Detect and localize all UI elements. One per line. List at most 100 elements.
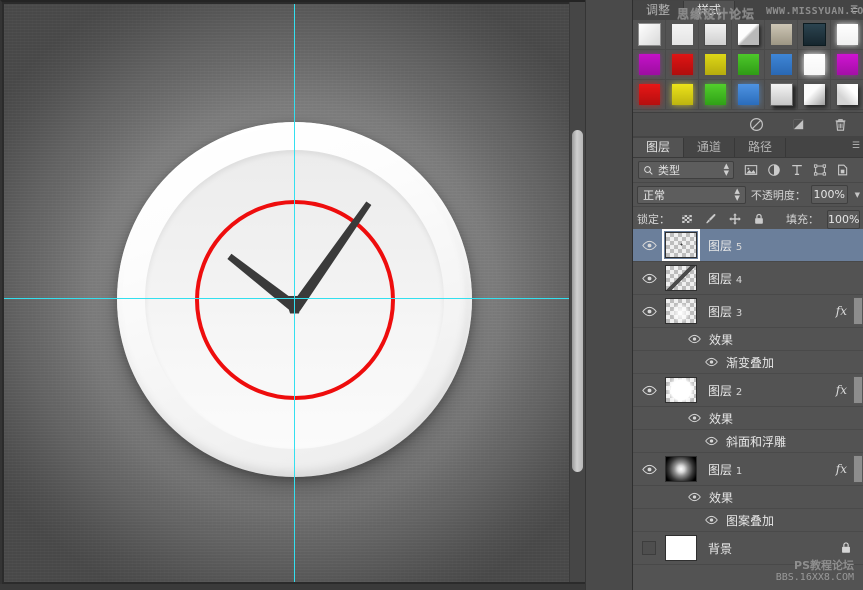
layer-thumbnail[interactable]	[665, 377, 697, 403]
layer-effects-expand-handle[interactable]	[853, 297, 863, 325]
layers-list[interactable]: 图层 5 图层 4 图层 3 fx 效果 渐变叠加 图层 2 fx 效果 斜面和浮雕 图层 1 fx 效…	[633, 229, 863, 566]
green-glow-style[interactable]	[704, 84, 726, 105]
layer-name[interactable]: 图层 4	[708, 270, 863, 287]
style-swatch-cell[interactable]	[666, 50, 699, 80]
green-button-style[interactable]	[737, 54, 759, 75]
layer-effects-expand-handle[interactable]	[853, 455, 863, 483]
style-swatch-cell[interactable]	[699, 50, 732, 80]
lock-position-icon[interactable]	[728, 212, 742, 226]
layer-name[interactable]: 图层 1	[708, 461, 836, 478]
fill-input[interactable]: 100%	[827, 209, 861, 229]
style-swatch-cell[interactable]	[765, 50, 798, 80]
layer-visibility-off-box[interactable]	[642, 541, 656, 555]
style-swatch-cell[interactable]	[732, 20, 765, 50]
style-swatch-cell[interactable]	[732, 80, 765, 110]
eye-icon[interactable]	[641, 240, 657, 251]
layer-row[interactable]: 图层 3 fx	[633, 295, 863, 328]
canvas-scrollbar-thumb[interactable]	[572, 130, 583, 472]
eye-icon[interactable]	[688, 334, 701, 344]
curled-page-style[interactable]	[803, 84, 825, 105]
layer-visibility-toggle[interactable]	[633, 273, 665, 284]
document-window[interactable]	[0, 0, 585, 584]
magenta-glow-style[interactable]	[836, 54, 858, 75]
layer-thumbnail[interactable]	[665, 298, 697, 324]
chevron-updown-icon[interactable]: ▲ ▼	[724, 163, 729, 177]
tab-layers[interactable]: 图层	[633, 138, 685, 157]
white-glow-style[interactable]	[836, 24, 858, 45]
filter-smart-object-icon[interactable]	[836, 163, 850, 177]
layer-row[interactable]: 背景	[633, 532, 863, 565]
layer-fx-badge[interactable]: fx	[836, 304, 847, 318]
style-swatch-cell[interactable]	[798, 80, 831, 110]
eye-icon[interactable]	[688, 413, 701, 423]
no-style-icon[interactable]	[749, 117, 764, 132]
blue-glow-style[interactable]	[737, 84, 759, 105]
style-swatch-cell[interactable]	[831, 20, 863, 50]
beige-gradient-style[interactable]	[770, 24, 792, 45]
style-swatch-cell[interactable]	[831, 50, 863, 80]
paper-fold-style[interactable]	[836, 84, 858, 105]
layer-thumbnail[interactable]	[665, 456, 697, 482]
opacity-input[interactable]: 100%	[810, 185, 848, 204]
layer-fx-badge[interactable]: fx	[836, 383, 847, 397]
layer-visibility-toggle[interactable]	[633, 306, 665, 317]
layer-thumbnail[interactable]	[665, 535, 697, 561]
new-style-icon[interactable]	[791, 117, 806, 132]
layer-visibility-toggle[interactable]	[633, 464, 665, 475]
layer-thumbnail[interactable]	[662, 229, 700, 261]
style-swatch-cell[interactable]	[633, 50, 666, 80]
grey-shadow-box-style[interactable]	[769, 83, 793, 106]
tab-channels[interactable]: 通道	[684, 138, 736, 157]
style-swatch-cell[interactable]	[666, 80, 699, 110]
yellow-glow-style[interactable]	[671, 84, 693, 105]
layer-fx-badge[interactable]: fx	[836, 462, 847, 476]
eye-icon[interactable]	[705, 357, 718, 367]
guide-vertical[interactable]	[294, 4, 295, 582]
eye-icon[interactable]	[641, 306, 657, 317]
white-soft-glow-style[interactable]	[803, 54, 825, 75]
yellow-button-style[interactable]	[704, 54, 726, 75]
layer-effect-row[interactable]: 斜面和浮雕	[633, 430, 863, 453]
layer-row[interactable]: 图层 2 fx	[633, 374, 863, 407]
style-swatch-cell[interactable]	[633, 20, 666, 50]
layer-effects-group-row[interactable]: 效果	[633, 486, 863, 509]
style-swatch-cell[interactable]	[699, 20, 732, 50]
filter-pixel-icon[interactable]	[744, 163, 758, 177]
eye-icon[interactable]	[641, 385, 657, 396]
eye-icon[interactable]	[641, 464, 657, 475]
eye-icon[interactable]	[641, 273, 657, 284]
layers-panel-menu-icon[interactable]: ☰	[852, 141, 860, 151]
layer-name[interactable]: 图层 3	[708, 303, 836, 320]
styles-panel-menu-icon[interactable]: ☰	[848, 4, 860, 16]
layer-name[interactable]: 图层 2	[708, 382, 836, 399]
canvas-vertical-scrollbar[interactable]	[569, 2, 585, 582]
filter-adjustment-icon[interactable]	[767, 163, 781, 177]
blend-mode-select[interactable]: 正常 ▲ ▼	[637, 185, 746, 204]
opacity-dropdown-icon[interactable]: ▼	[855, 191, 860, 199]
style-swatch-cell[interactable]	[633, 80, 666, 110]
flat-light-style[interactable]	[671, 24, 693, 45]
filter-type-icon[interactable]	[790, 163, 804, 177]
style-swatch-cell[interactable]	[765, 80, 798, 110]
layer-row[interactable]: 图层 1 fx	[633, 453, 863, 486]
lock-all-icon[interactable]	[752, 212, 766, 226]
eye-icon[interactable]	[705, 436, 718, 446]
tab-adjustments[interactable]: 调整	[633, 1, 685, 20]
framed-grey-style[interactable]	[703, 23, 727, 46]
red-button-style[interactable]	[671, 54, 693, 75]
style-swatch-cell[interactable]	[831, 80, 863, 110]
style-swatch-cell[interactable]	[732, 50, 765, 80]
layer-row[interactable]: 图层 4	[633, 262, 863, 295]
layer-row[interactable]: 图层 5	[633, 229, 863, 262]
folded-corner-style[interactable]	[737, 24, 759, 45]
purple-button-style[interactable]	[638, 54, 660, 75]
default-white-style[interactable]	[637, 23, 661, 46]
layer-effects-group-row[interactable]: 效果	[633, 328, 863, 351]
eye-icon[interactable]	[688, 492, 701, 502]
style-swatch-cell[interactable]	[798, 20, 831, 50]
layer-visibility-toggle[interactable]	[633, 541, 665, 555]
layer-visibility-toggle[interactable]	[633, 240, 665, 251]
lock-transparency-icon[interactable]	[680, 212, 694, 226]
lock-image-pixels-icon[interactable]	[704, 212, 718, 226]
layer-name[interactable]: 背景	[708, 540, 840, 557]
